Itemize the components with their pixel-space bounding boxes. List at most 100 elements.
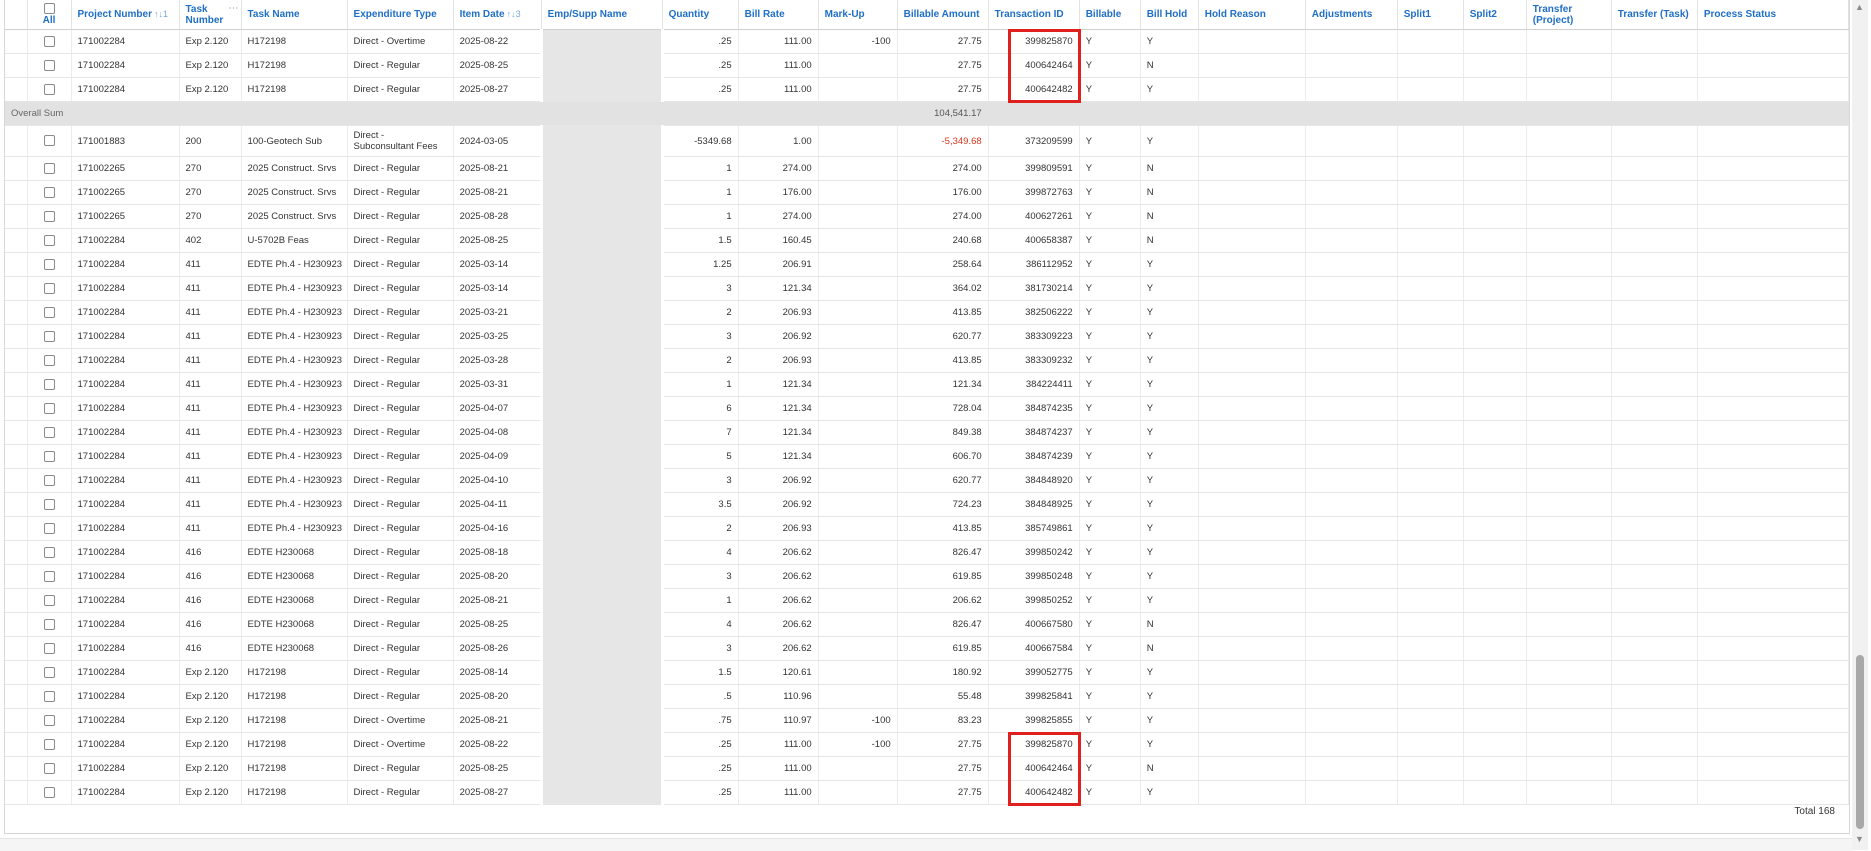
row-checkbox[interactable] [43, 546, 55, 558]
col-quantity[interactable]: Quantity [662, 0, 739, 30]
scrollbar-thumb[interactable] [1856, 655, 1864, 829]
table-row[interactable]: 171002284 402 U-5702B Feas Direct - Regular… [5, 228, 1849, 253]
col-transfer-task[interactable]: Transfer (Task) [1611, 0, 1698, 30]
table-row[interactable]: 171002284 Exp 2.120 H172198 Direct - Regula… [5, 77, 1849, 102]
table-row[interactable]: 171002284 Exp 2.120 H172198 Direct - Regula… [5, 684, 1849, 709]
select-all-checkbox[interactable] [43, 3, 55, 15]
col-emp-supp-name[interactable]: Emp/Supp Name [541, 0, 663, 30]
transfer-project-cell [1526, 420, 1612, 445]
table-row[interactable]: 171002284 Exp 2.120 H172198 Direct - Overti… [5, 29, 1849, 54]
scroll-down-icon[interactable]: ▼ [1855, 834, 1864, 844]
row-checkbox[interactable] [43, 135, 55, 147]
column-menu-icon[interactable]: ⋯ [229, 3, 239, 14]
table-row[interactable]: 171002284 411 EDTE Ph.4 - H230923 Direct - … [5, 516, 1849, 541]
table-row[interactable]: 171002284 416 EDTE H230068 Direct - Regular… [5, 588, 1849, 613]
col-bill-hold[interactable]: Bill Hold [1140, 0, 1199, 30]
row-checkbox[interactable] [43, 762, 55, 774]
table-row[interactable]: 171002284 411 EDTE Ph.4 - H230923 Direct - … [5, 420, 1849, 445]
col-task-number[interactable]: Task Number ⋯ [179, 0, 242, 30]
row-checkbox[interactable] [43, 306, 55, 318]
col-split1[interactable]: Split1 [1397, 0, 1464, 30]
sort-asc-icon[interactable]: ↑↓1 [154, 9, 168, 19]
col-billable[interactable]: Billable [1079, 0, 1141, 30]
table-row[interactable]: 171002284 411 EDTE Ph.4 - H230923 Direct - … [5, 444, 1849, 469]
row-checkbox[interactable] [43, 570, 55, 582]
row-checkbox[interactable] [43, 162, 55, 174]
table-row[interactable]: 171002284 411 EDTE Ph.4 - H230923 Direct - … [5, 396, 1849, 421]
col-mark-up[interactable]: Mark-Up [818, 0, 898, 30]
row-indicator-cell [5, 204, 28, 229]
table-row[interactable]: 171002284 411 EDTE Ph.4 - H230923 Direct - … [5, 276, 1849, 301]
col-expenditure-type[interactable]: Expenditure Type [347, 0, 454, 30]
table-row[interactable]: 171002265 270 2025 Construct. Srvs Direct -… [5, 180, 1849, 205]
table-row[interactable]: 171002284 416 EDTE H230068 Direct - Regular… [5, 540, 1849, 565]
table-row[interactable]: 171002284 411 EDTE Ph.4 - H230923 Direct - … [5, 372, 1849, 397]
table-row[interactable]: 171002284 411 EDTE Ph.4 - H230923 Direct - … [5, 348, 1849, 373]
sort-asc-icon[interactable]: ↑↓3 [507, 9, 521, 19]
row-checkbox[interactable] [43, 690, 55, 702]
row-checkbox[interactable] [43, 59, 55, 71]
hold-reason-cell [1198, 492, 1306, 517]
row-checkbox[interactable] [43, 210, 55, 222]
scroll-up-icon[interactable]: ▲ [1855, 2, 1864, 12]
row-checkbox[interactable] [43, 618, 55, 630]
row-checkbox[interactable] [43, 642, 55, 654]
col-transfer-project[interactable]: Transfer (Project) [1526, 0, 1612, 30]
row-checkbox[interactable] [43, 738, 55, 750]
col-task-name[interactable]: Task Name [241, 0, 348, 30]
row-checkbox[interactable] [43, 402, 55, 414]
process-status-cell [1697, 468, 1849, 493]
row-checkbox[interactable] [43, 426, 55, 438]
row-checkbox[interactable] [43, 35, 55, 47]
table-row[interactable]: 171002284 411 EDTE Ph.4 - H230923 Direct - … [5, 324, 1849, 349]
row-checkbox[interactable] [43, 474, 55, 486]
row-checkbox[interactable] [43, 450, 55, 462]
table-row[interactable]: 171002284 411 EDTE Ph.4 - H230923 Direct - … [5, 492, 1849, 517]
row-checkbox[interactable] [43, 378, 55, 390]
table-row[interactable]: 171002284 411 EDTE Ph.4 - H230923 Direct - … [5, 300, 1849, 325]
row-checkbox[interactable] [43, 498, 55, 510]
adjustments-cell [1305, 276, 1398, 301]
col-split2[interactable]: Split2 [1463, 0, 1527, 30]
row-checkbox[interactable] [43, 786, 55, 798]
table-row[interactable]: 171002284 Exp 2.120 H172198 Direct - Overti… [5, 708, 1849, 733]
table-row[interactable]: 171002265 270 2025 Construct. Srvs Direct -… [5, 156, 1849, 181]
mark-up-cell [818, 396, 898, 421]
table-row[interactable]: 171002284 411 EDTE Ph.4 - H230923 Direct - … [5, 468, 1849, 493]
col-item-date[interactable]: Item Date ↑↓3 [453, 0, 542, 30]
row-checkbox[interactable] [43, 714, 55, 726]
table-row[interactable]: 171002284 Exp 2.120 H172198 Direct - Regula… [5, 756, 1849, 781]
emp-supp-name-cell [539, 540, 664, 565]
col-transaction-id[interactable]: Transaction ID [988, 0, 1080, 30]
transaction-id-cell: 400642482 [988, 780, 1080, 805]
table-row[interactable]: 171002284 416 EDTE H230068 Direct - Regular… [5, 564, 1849, 589]
horizontal-scrollbar[interactable] [0, 838, 1852, 851]
table-row[interactable]: 171002284 416 EDTE H230068 Direct - Regular… [5, 612, 1849, 637]
table-row[interactable]: 171002284 416 EDTE H230068 Direct - Regular… [5, 636, 1849, 661]
row-checkbox[interactable] [43, 522, 55, 534]
row-checkbox[interactable] [43, 330, 55, 342]
table-row[interactable]: 171002284 Exp 2.120 H172198 Direct - Regula… [5, 780, 1849, 805]
row-checkbox[interactable] [43, 594, 55, 606]
table-row[interactable]: 171002284 Exp 2.120 H172198 Direct - Regula… [5, 53, 1849, 78]
col-project-number[interactable]: Project Number ↑↓1 [71, 0, 180, 30]
table-row[interactable]: 171002265 270 2025 Construct. Srvs Direct -… [5, 204, 1849, 229]
mark-up-cell [818, 564, 898, 589]
row-checkbox[interactable] [43, 354, 55, 366]
table-row[interactable]: 171002284 Exp 2.120 H172198 Direct - Overti… [5, 732, 1849, 757]
col-adjustments[interactable]: Adjustments [1305, 0, 1398, 30]
row-checkbox[interactable] [43, 83, 55, 95]
col-process-status[interactable]: Process Status [1697, 0, 1849, 30]
table-row[interactable]: 171001883 200 100-Geotech Sub Direct - Subc… [5, 125, 1849, 157]
vertical-scrollbar[interactable]: ▲ ▼ [1852, 0, 1868, 850]
table-row[interactable]: 171002284 411 EDTE Ph.4 - H230923 Direct - … [5, 252, 1849, 277]
col-bill-rate[interactable]: Bill Rate [738, 0, 819, 30]
table-row[interactable]: 171002284 Exp 2.120 H172198 Direct - Regula… [5, 660, 1849, 685]
col-hold-reason[interactable]: Hold Reason [1198, 0, 1306, 30]
row-checkbox[interactable] [43, 666, 55, 678]
row-checkbox[interactable] [43, 282, 55, 294]
row-checkbox[interactable] [43, 234, 55, 246]
col-billable-amount[interactable]: Billable Amount [897, 0, 989, 30]
row-checkbox[interactable] [43, 258, 55, 270]
row-checkbox[interactable] [43, 186, 55, 198]
